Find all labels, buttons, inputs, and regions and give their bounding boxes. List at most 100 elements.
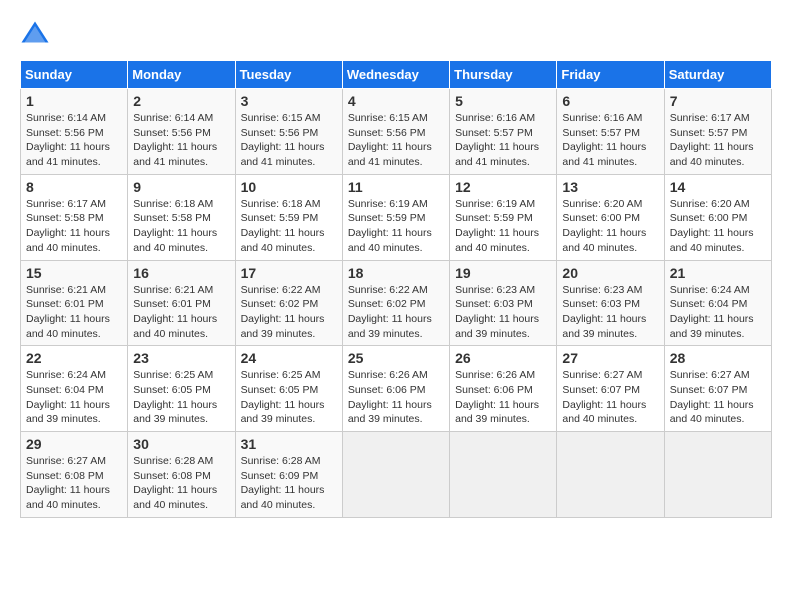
day-info: Sunrise: 6:26 AM Sunset: 6:06 PM Dayligh… <box>455 368 551 427</box>
weekday-header: Wednesday <box>342 61 449 89</box>
day-info: Sunrise: 6:20 AM Sunset: 6:00 PM Dayligh… <box>562 197 658 256</box>
calendar-cell: 1Sunrise: 6:14 AM Sunset: 5:56 PM Daylig… <box>21 89 128 175</box>
day-number: 19 <box>455 265 551 281</box>
calendar-cell: 28 Sunrise: 6:27 AM Sunset: 6:07 PM Dayli… <box>664 346 771 432</box>
calendar-cell: 8 Sunrise: 6:17 AM Sunset: 5:58 PM Daylig… <box>21 174 128 260</box>
calendar-cell: 3 Sunrise: 6:15 AM Sunset: 5:56 PM Daylig… <box>235 89 342 175</box>
calendar-cell: 29 Sunrise: 6:27 AM Sunset: 6:08 PM Dayli… <box>21 432 128 518</box>
day-info: Sunrise: 6:19 AM Sunset: 5:59 PM Dayligh… <box>348 197 444 256</box>
day-info: Sunrise: 6:27 AM Sunset: 6:07 PM Dayligh… <box>670 368 766 427</box>
day-info: Sunrise: 6:18 AM Sunset: 5:58 PM Dayligh… <box>133 197 229 256</box>
calendar-cell: 24 Sunrise: 6:25 AM Sunset: 6:05 PM Dayli… <box>235 346 342 432</box>
day-info: Sunrise: 6:24 AM Sunset: 6:04 PM Dayligh… <box>26 368 122 427</box>
calendar-cell: 26 Sunrise: 6:26 AM Sunset: 6:06 PM Dayli… <box>450 346 557 432</box>
day-number: 11 <box>348 179 444 195</box>
calendar-table: SundayMondayTuesdayWednesdayThursdayFrid… <box>20 60 772 518</box>
day-info: Sunrise: 6:18 AM Sunset: 5:59 PM Dayligh… <box>241 197 337 256</box>
day-info: Sunrise: 6:17 AM Sunset: 5:57 PM Dayligh… <box>670 111 766 170</box>
calendar-week-row: 8 Sunrise: 6:17 AM Sunset: 5:58 PM Daylig… <box>21 174 772 260</box>
calendar-cell: 30Sunrise: 6:28 AM Sunset: 6:08 PM Dayli… <box>128 432 235 518</box>
day-info: Sunrise: 6:21 AM Sunset: 6:01 PM Dayligh… <box>26 283 122 342</box>
calendar-cell: 17Sunrise: 6:22 AM Sunset: 6:02 PM Dayli… <box>235 260 342 346</box>
calendar-cell: 10 Sunrise: 6:18 AM Sunset: 5:59 PM Dayli… <box>235 174 342 260</box>
calendar-cell: 20 Sunrise: 6:23 AM Sunset: 6:03 PM Dayli… <box>557 260 664 346</box>
calendar-week-row: 1 Sunrise: 6:14 AM Sunset: 5:56 PM Daylig… <box>21 89 772 175</box>
calendar-cell: 4 Sunrise: 6:15 AM Sunset: 5:56 PM Daylig… <box>342 89 449 175</box>
calendar-cell: 7 Sunrise: 6:17 AM Sunset: 5:57 PM Daylig… <box>664 89 771 175</box>
calendar-cell <box>450 432 557 518</box>
day-info: Sunrise: 6:16 AM Sunset: 5:57 PM Dayligh… <box>455 111 551 170</box>
calendar-header: SundayMondayTuesdayWednesdayThursdayFrid… <box>21 61 772 89</box>
day-number: 7 <box>670 93 766 109</box>
day-number: 29 <box>26 436 122 452</box>
day-info: Sunrise: 6:15 AM Sunset: 5:56 PM Dayligh… <box>348 111 444 170</box>
day-info: Sunrise: 6:16 AM Sunset: 5:57 PM Dayligh… <box>562 111 658 170</box>
day-number: 4 <box>348 93 444 109</box>
calendar-cell: 27Sunrise: 6:27 AM Sunset: 6:07 PM Dayli… <box>557 346 664 432</box>
day-info: Sunrise: 6:28 AM Sunset: 6:09 PM Dayligh… <box>241 454 337 513</box>
day-info: Sunrise: 6:28 AM Sunset: 6:08 PM Dayligh… <box>133 454 229 513</box>
calendar-cell: 12 Sunrise: 6:19 AM Sunset: 5:59 PM Dayli… <box>450 174 557 260</box>
day-number: 1 <box>26 93 122 109</box>
calendar-cell: 22 Sunrise: 6:24 AM Sunset: 6:04 PM Dayli… <box>21 346 128 432</box>
day-info: Sunrise: 6:20 AM Sunset: 6:00 PM Dayligh… <box>670 197 766 256</box>
day-info: Sunrise: 6:19 AM Sunset: 5:59 PM Dayligh… <box>455 197 551 256</box>
calendar-week-row: 22 Sunrise: 6:24 AM Sunset: 6:04 PM Dayli… <box>21 346 772 432</box>
weekday-header: Monday <box>128 61 235 89</box>
day-info: Sunrise: 6:27 AM Sunset: 6:08 PM Dayligh… <box>26 454 122 513</box>
day-number: 14 <box>670 179 766 195</box>
day-number: 22 <box>26 350 122 366</box>
calendar-week-row: 15Sunrise: 6:21 AM Sunset: 6:01 PM Dayli… <box>21 260 772 346</box>
day-number: 10 <box>241 179 337 195</box>
day-number: 3 <box>241 93 337 109</box>
calendar-cell <box>557 432 664 518</box>
calendar-cell: 16Sunrise: 6:21 AM Sunset: 6:01 PM Dayli… <box>128 260 235 346</box>
day-number: 5 <box>455 93 551 109</box>
calendar-cell: 19 Sunrise: 6:23 AM Sunset: 6:03 PM Dayli… <box>450 260 557 346</box>
calendar-cell: 13 Sunrise: 6:20 AM Sunset: 6:00 PM Dayli… <box>557 174 664 260</box>
day-number: 25 <box>348 350 444 366</box>
day-info: Sunrise: 6:22 AM Sunset: 6:02 PM Dayligh… <box>348 283 444 342</box>
day-number: 9 <box>133 179 229 195</box>
day-number: 28 <box>670 350 766 366</box>
day-number: 31 <box>241 436 337 452</box>
day-number: 16 <box>133 265 229 281</box>
day-info: Sunrise: 6:14 AM Sunset: 5:56 PM Dayligh… <box>133 111 229 170</box>
day-number: 24 <box>241 350 337 366</box>
day-number: 13 <box>562 179 658 195</box>
day-info: Sunrise: 6:15 AM Sunset: 5:56 PM Dayligh… <box>241 111 337 170</box>
logo <box>20 20 54 50</box>
day-info: Sunrise: 6:17 AM Sunset: 5:58 PM Dayligh… <box>26 197 122 256</box>
day-number: 26 <box>455 350 551 366</box>
day-info: Sunrise: 6:25 AM Sunset: 6:05 PM Dayligh… <box>241 368 337 427</box>
calendar-cell: 5 Sunrise: 6:16 AM Sunset: 5:57 PM Daylig… <box>450 89 557 175</box>
page-header <box>20 20 772 50</box>
day-number: 17 <box>241 265 337 281</box>
day-number: 8 <box>26 179 122 195</box>
day-number: 23 <box>133 350 229 366</box>
calendar-cell: 18 Sunrise: 6:22 AM Sunset: 6:02 PM Dayli… <box>342 260 449 346</box>
calendar-cell: 9 Sunrise: 6:18 AM Sunset: 5:58 PM Daylig… <box>128 174 235 260</box>
calendar-week-row: 29 Sunrise: 6:27 AM Sunset: 6:08 PM Dayli… <box>21 432 772 518</box>
calendar-cell: 25 Sunrise: 6:26 AM Sunset: 6:06 PM Dayli… <box>342 346 449 432</box>
weekday-header: Friday <box>557 61 664 89</box>
calendar-cell: 31 Sunrise: 6:28 AM Sunset: 6:09 PM Dayli… <box>235 432 342 518</box>
day-info: Sunrise: 6:23 AM Sunset: 6:03 PM Dayligh… <box>455 283 551 342</box>
calendar-cell: 21Sunrise: 6:24 AM Sunset: 6:04 PM Dayli… <box>664 260 771 346</box>
weekday-header: Saturday <box>664 61 771 89</box>
calendar-cell <box>342 432 449 518</box>
calendar-cell: 23 Sunrise: 6:25 AM Sunset: 6:05 PM Dayli… <box>128 346 235 432</box>
calendar-cell: 11 Sunrise: 6:19 AM Sunset: 5:59 PM Dayli… <box>342 174 449 260</box>
weekday-header: Thursday <box>450 61 557 89</box>
day-info: Sunrise: 6:25 AM Sunset: 6:05 PM Dayligh… <box>133 368 229 427</box>
day-number: 18 <box>348 265 444 281</box>
day-number: 20 <box>562 265 658 281</box>
calendar-cell: 15Sunrise: 6:21 AM Sunset: 6:01 PM Dayli… <box>21 260 128 346</box>
day-number: 6 <box>562 93 658 109</box>
day-number: 12 <box>455 179 551 195</box>
day-number: 21 <box>670 265 766 281</box>
calendar-body: 1 Sunrise: 6:14 AM Sunset: 5:56 PM Daylig… <box>21 89 772 518</box>
weekday-row: SundayMondayTuesdayWednesdayThursdayFrid… <box>21 61 772 89</box>
day-info: Sunrise: 6:26 AM Sunset: 6:06 PM Dayligh… <box>348 368 444 427</box>
day-info: Sunrise: 6:23 AM Sunset: 6:03 PM Dayligh… <box>562 283 658 342</box>
